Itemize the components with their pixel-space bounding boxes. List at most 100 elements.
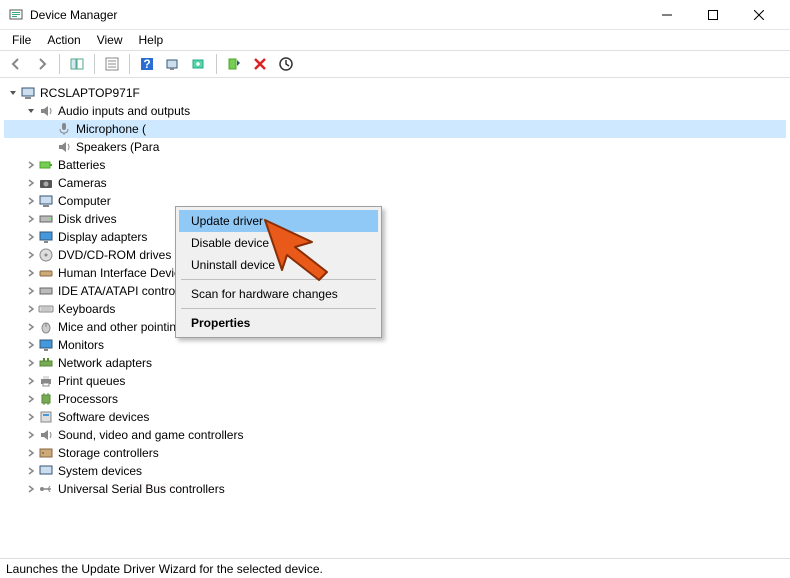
tree-item-speakers[interactable]: Speakers (Para [4,138,786,156]
chevron-down-icon[interactable] [6,86,20,100]
title-bar: Device Manager [0,0,790,30]
chevron-right-icon[interactable] [24,338,38,352]
scan-hardware-button[interactable] [274,52,298,76]
update-driver-button[interactable] [187,52,211,76]
tree-item-batteries[interactable]: Batteries [4,156,786,174]
chevron-right-icon[interactable] [24,428,38,442]
toolbar: ? [0,50,790,78]
tree-label: Microphone ( [76,122,146,136]
close-button[interactable] [736,0,782,30]
tree-item-network[interactable]: Network adapters [4,354,786,372]
tree-label: DVD/CD-ROM drives [58,248,171,262]
tree-label: Processors [58,392,118,406]
scan-button[interactable] [161,52,185,76]
chevron-right-icon[interactable] [24,194,38,208]
tree-item-display[interactable]: Display adapters [4,228,786,246]
tree-item-computer[interactable]: Computer [4,192,786,210]
computer-icon [38,193,54,209]
tree-label: Disk drives [58,212,117,226]
tree-item-mice[interactable]: Mice and other pointing devices [4,318,786,336]
speaker-icon [38,103,54,119]
ide-icon [38,283,54,299]
status-bar: Launches the Update Driver Wizard for th… [0,558,790,578]
tree-item-processors[interactable]: Processors [4,390,786,408]
tree-item-sound[interactable]: Sound, video and game controllers [4,426,786,444]
tree-label: Cameras [58,176,107,190]
menu-action[interactable]: Action [39,31,88,49]
back-button[interactable] [4,52,28,76]
tree-item-dvd[interactable]: DVD/CD-ROM drives [4,246,786,264]
menu-file[interactable]: File [4,31,39,49]
tree-item-microphone[interactable]: Microphone ( [4,120,786,138]
properties-button[interactable] [100,52,124,76]
device-tree[interactable]: RCSLAPTOP971F Audio inputs and outputs M… [0,78,790,554]
chevron-right-icon[interactable] [24,302,38,316]
tree-item-disk-drives[interactable]: Disk drives [4,210,786,228]
chevron-right-icon[interactable] [24,158,38,172]
chevron-right-icon[interactable] [24,392,38,406]
tree-label: Monitors [58,338,104,352]
tree-item-system[interactable]: System devices [4,462,786,480]
speaker-icon [56,139,72,155]
chevron-right-icon[interactable] [24,464,38,478]
uninstall-button[interactable] [248,52,272,76]
chevron-right-icon[interactable] [24,356,38,370]
mouse-icon [38,319,54,335]
status-text: Launches the Update Driver Wizard for th… [6,562,323,576]
context-menu: Update driver Disable device Uninstall d… [175,206,382,338]
forward-button[interactable] [30,52,54,76]
chevron-right-icon[interactable] [24,284,38,298]
tree-item-print[interactable]: Print queues [4,372,786,390]
tree-item-audio[interactable]: Audio inputs and outputs [4,102,786,120]
ctx-properties[interactable]: Properties [179,312,378,334]
hid-icon [38,265,54,281]
menu-bar: File Action View Help [0,30,790,50]
chevron-down-icon[interactable] [24,104,38,118]
chevron-right-icon[interactable] [24,266,38,280]
window-title: Device Manager [30,8,644,22]
tree-label: Batteries [58,158,105,172]
chevron-right-icon[interactable] [24,320,38,334]
tree-label: Storage controllers [58,446,159,460]
tree-label: Audio inputs and outputs [58,104,190,118]
chevron-right-icon[interactable] [24,212,38,226]
tree-item-monitors[interactable]: Monitors [4,336,786,354]
help-button[interactable]: ? [135,52,159,76]
chevron-right-icon[interactable] [24,410,38,424]
tree-label: Display adapters [58,230,147,244]
chevron-right-icon[interactable] [24,374,38,388]
ctx-disable-device[interactable]: Disable device [179,232,378,254]
dvd-icon [38,247,54,263]
show-hide-button[interactable] [65,52,89,76]
tree-item-keyboards[interactable]: Keyboards [4,300,786,318]
tree-label: Universal Serial Bus controllers [58,482,225,496]
minimize-button[interactable] [644,0,690,30]
tree-item-ide[interactable]: IDE ATA/ATAPI controllers [4,282,786,300]
ctx-update-driver[interactable]: Update driver [179,210,378,232]
chevron-right-icon[interactable] [24,446,38,460]
usb-icon [38,481,54,497]
speaker-icon [38,427,54,443]
chevron-right-icon[interactable] [24,482,38,496]
ctx-uninstall-device[interactable]: Uninstall device [179,254,378,276]
tree-label: Computer [58,194,111,208]
tree-item-storage[interactable]: Storage controllers [4,444,786,462]
enable-button[interactable] [222,52,246,76]
ctx-separator [181,279,376,280]
tree-item-hid[interactable]: Human Interface Devices [4,264,786,282]
maximize-button[interactable] [690,0,736,30]
tree-label: Software devices [58,410,149,424]
tree-item-usb[interactable]: Universal Serial Bus controllers [4,480,786,498]
tree-root[interactable]: RCSLAPTOP971F [4,84,786,102]
chevron-right-icon[interactable] [24,230,38,244]
ctx-scan[interactable]: Scan for hardware changes [179,283,378,305]
toolbar-separator [129,54,130,74]
tree-item-software[interactable]: Software devices [4,408,786,426]
tree-label: System devices [58,464,142,478]
chevron-right-icon[interactable] [24,248,38,262]
chevron-right-icon[interactable] [24,176,38,190]
menu-view[interactable]: View [89,31,131,49]
microphone-icon [56,121,72,137]
tree-item-cameras[interactable]: Cameras [4,174,786,192]
menu-help[interactable]: Help [131,31,172,49]
